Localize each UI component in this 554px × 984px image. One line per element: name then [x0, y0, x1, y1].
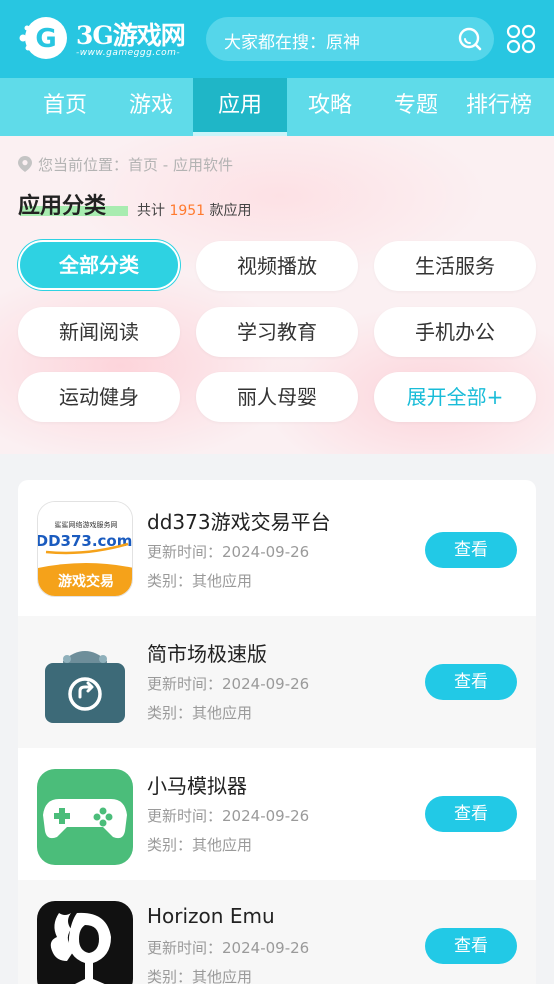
search-bar[interactable]: 大家都在搜：原神 [206, 17, 494, 61]
nav-tab-home[interactable]: 首页 [20, 78, 110, 136]
app-icon-jianshichang[interactable] [37, 637, 133, 733]
logo-mark-icon: G [19, 17, 67, 59]
category-chip-video[interactable]: 视频播放 [196, 241, 358, 291]
list-item[interactable]: Horizon Emu 更新时间：2024-09-26 类别：其他应用 查看 [18, 880, 536, 984]
logo-subtitle: -www.gameggg.com- [76, 48, 181, 58]
apps-grid-icon[interactable] [506, 24, 536, 54]
app-update-time: 更新时间：2024-09-26 [147, 541, 309, 562]
update-date: 2024-09-26 [222, 543, 310, 561]
view-button[interactable]: 查看 [425, 796, 517, 832]
site-logo[interactable]: G 3G游戏网 -www.gameggg.com- [18, 14, 190, 62]
app-name[interactable]: 简市场极速版 [147, 638, 267, 667]
category-value: 其他应用 [192, 572, 253, 590]
app-count: 共计 1951 款应用 [137, 200, 252, 220]
app-name[interactable]: 小马模拟器 [147, 770, 247, 799]
app-icon-horizon-emu[interactable] [37, 901, 133, 984]
breadcrumb-separator: - [158, 156, 173, 174]
category-title: 应用分类 [18, 194, 107, 219]
app-count-suffix: 款应用 [209, 203, 252, 219]
view-button[interactable]: 查看 [425, 928, 517, 964]
nav-tab-guides[interactable]: 攻略 [287, 78, 373, 136]
search-placeholder: 大家都在搜：原神 [224, 33, 360, 53]
app-update-time: 更新时间：2024-09-26 [147, 937, 309, 958]
category-chip-office[interactable]: 手机办公 [374, 307, 536, 357]
update-date: 2024-09-26 [222, 939, 310, 957]
update-label: 更新时间： [147, 543, 223, 561]
update-label: 更新时间： [147, 807, 223, 825]
app-name[interactable]: dd373游戏交易平台 [147, 506, 331, 535]
category-label: 类别： [147, 836, 193, 854]
category-chip-news[interactable]: 新闻阅读 [18, 307, 180, 357]
list-item[interactable]: 小马模拟器 更新时间：2024-09-26 类别：其他应用 查看 [18, 748, 536, 880]
category-chip-sports[interactable]: 运动健身 [18, 372, 180, 422]
update-label: 更新时间： [147, 675, 223, 693]
category-chip-all[interactable]: 全部分类 [18, 240, 180, 290]
app-category: 类别：其他应用 [147, 570, 252, 591]
app-icon-xiaoma[interactable] [37, 769, 133, 865]
category-label: 类别： [147, 704, 193, 722]
category-chip-women-baby[interactable]: 丽人母婴 [196, 372, 358, 422]
main-nav: 首页 游戏 应用 攻略 专题 排行榜 [0, 78, 554, 136]
app-count-prefix: 共计 [137, 203, 165, 219]
category-value: 其他应用 [192, 704, 253, 722]
nav-tab-apps[interactable]: 应用 [193, 78, 287, 136]
view-button[interactable]: 查看 [425, 664, 517, 700]
location-pin-icon [18, 156, 32, 172]
app-update-time: 更新时间：2024-09-26 [147, 673, 309, 694]
top-header: G 3G游戏网 -www.gameggg.com- 大家都在搜：原神 [0, 0, 554, 78]
app-icon-dd373[interactable]: 鲨鲨网络游戏服务网 DD373.com 游戏交易 [37, 501, 133, 597]
app-count-number: 1951 [169, 203, 206, 219]
svg-text:G: G [35, 24, 56, 54]
icon-top-text: 鲨鲨网络游戏服务网 [55, 520, 118, 529]
list-item[interactable]: 鲨鲨网络游戏服务网 DD373.com 游戏交易 dd373游戏交易平台 更新时… [18, 480, 536, 612]
breadcrumb-current: 应用软件 [172, 156, 233, 174]
app-category: 类别：其他应用 [147, 702, 252, 723]
update-date: 2024-09-26 [222, 807, 310, 825]
update-date: 2024-09-26 [222, 675, 310, 693]
breadcrumb: 您当前位置：首页 - 应用软件 [18, 154, 233, 175]
app-name[interactable]: Horizon Emu [147, 904, 275, 928]
category-label: 类别： [147, 572, 193, 590]
update-label: 更新时间： [147, 939, 223, 957]
search-icon[interactable] [458, 27, 482, 51]
nav-tab-topics[interactable]: 专题 [373, 78, 459, 136]
app-update-time: 更新时间：2024-09-26 [147, 805, 309, 826]
category-panel: 您当前位置：首页 - 应用软件 应用分类 共计 1951 款应用 全部分类 视频… [0, 136, 554, 454]
nav-tab-rankings[interactable]: 排行榜 [466, 78, 554, 136]
category-label: 类别： [147, 968, 193, 984]
logo-title: 3G游戏网 [76, 21, 186, 50]
category-value: 其他应用 [192, 836, 253, 854]
app-category: 类别：其他应用 [147, 966, 252, 984]
app-category: 类别：其他应用 [147, 834, 252, 855]
category-chip-life[interactable]: 生活服务 [374, 241, 536, 291]
icon-band-text: 游戏交易 [58, 573, 114, 590]
category-chip-education[interactable]: 学习教育 [196, 307, 358, 357]
breadcrumb-home-link[interactable]: 首页 [128, 156, 158, 174]
breadcrumb-prefix: 您当前位置： [38, 156, 129, 174]
view-button[interactable]: 查看 [425, 532, 517, 568]
category-value: 其他应用 [192, 968, 253, 984]
app-list: 鲨鲨网络游戏服务网 DD373.com 游戏交易 dd373游戏交易平台 更新时… [18, 480, 536, 984]
expand-all-button[interactable]: 展开全部+ [374, 372, 536, 422]
list-item[interactable]: 简市场极速版 更新时间：2024-09-26 类别：其他应用 查看 [18, 616, 536, 748]
nav-tab-games[interactable]: 游戏 [108, 78, 194, 136]
